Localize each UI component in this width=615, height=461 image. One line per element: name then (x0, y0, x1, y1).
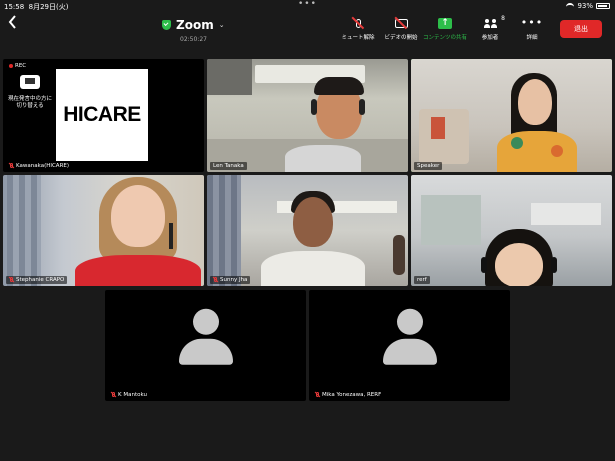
mic-muted-icon (213, 277, 218, 283)
video-feed (207, 59, 408, 172)
video-tile-kawanaka[interactable]: REC 現在発言中の方に切り替える HICARE Kawanaka(HICARE… (3, 59, 204, 172)
participant-name: Kawanaka(HICARE) (16, 163, 70, 169)
more-label: 詳細 (526, 35, 538, 41)
participant-name: rerf (417, 277, 427, 283)
participants-count: 8 (501, 15, 505, 22)
headset-icon (551, 257, 557, 273)
battery-percent: 93% (577, 2, 593, 10)
video-tile-mika-yonezawa[interactable]: Mika Yonezawa, RERF (309, 290, 510, 401)
name-tag: K Mantoku (108, 391, 150, 399)
background-item (431, 117, 445, 139)
person-body (261, 251, 365, 286)
person-hair (314, 77, 364, 95)
status-date: 8月29日(火) (28, 3, 69, 11)
headset-icon (169, 223, 173, 249)
hicare-shared-content: HICARE (56, 69, 148, 161)
participant-name: Mika Yonezawa, RERF (322, 392, 382, 398)
battery-icon (596, 3, 610, 9)
mic-muted-icon (315, 392, 320, 398)
participants-icon: 8 (468, 14, 512, 32)
video-off-icon (379, 14, 423, 32)
shirt-pattern (511, 137, 523, 149)
more-icon: ••• (520, 16, 544, 29)
background-board (531, 203, 601, 225)
video-tile-stephanie[interactable]: Stephanie CRAPO (3, 175, 204, 286)
participant-name: Len Tanaka (213, 163, 244, 169)
meeting-title[interactable]: Zoom ⌄ (162, 18, 225, 32)
person-head (111, 185, 165, 247)
participant-name: Speaker (417, 163, 440, 169)
status-time: 15:58 (4, 3, 25, 11)
name-tag: Sunny Jha (210, 276, 251, 284)
rec-label: REC (15, 63, 27, 69)
share-content-label: コンテンツの共有 (423, 35, 468, 41)
rec-indicator: REC (9, 63, 26, 69)
mic-muted-icon (9, 277, 14, 283)
person-body (285, 145, 361, 172)
participant-name: Stephanie CRAPO (16, 277, 65, 283)
headset-icon (359, 99, 365, 115)
chevron-down-icon: ⌄ (218, 21, 225, 29)
back-button[interactable] (8, 15, 17, 32)
more-button[interactable]: ••• 詳細 (510, 14, 554, 41)
participants-label: 参加者 (481, 35, 499, 41)
video-tile-sunny-jha[interactable]: Sunny Jha (207, 175, 408, 286)
person-head (495, 243, 543, 286)
share-content-button[interactable]: ↑ コンテンツの共有 (423, 14, 467, 41)
background-curtain (207, 175, 241, 286)
video-tile-k-mantoku[interactable]: K Mantoku (105, 290, 306, 401)
person-body (75, 255, 201, 286)
mic-muted-icon (9, 163, 14, 169)
status-bar: 15:58 8月29日(火) ••• 93% (0, 0, 615, 13)
video-feed (411, 175, 612, 286)
video-feed (3, 175, 204, 286)
person-body (497, 131, 577, 172)
name-tag: Len Tanaka (210, 162, 247, 170)
headset-icon (311, 99, 317, 115)
rec-dot-icon (9, 64, 13, 68)
name-tag: Speaker (414, 162, 443, 170)
battery-fill (598, 5, 608, 7)
avatar-placeholder-icon (382, 308, 437, 368)
status-right: 93% (566, 2, 610, 10)
name-tag: Stephanie CRAPO (6, 276, 68, 284)
video-feed (411, 59, 612, 172)
unmute-label: ミュート解除 (341, 35, 375, 41)
background-window (421, 195, 481, 245)
background-person (393, 235, 405, 275)
name-tag: Kawanaka(HICARE) (6, 162, 73, 170)
leave-button[interactable]: 退出 (560, 20, 602, 38)
person-head (518, 79, 552, 125)
switch-speaker-icon[interactable] (20, 75, 40, 89)
shirt-pattern (551, 145, 563, 157)
person-head (293, 197, 333, 247)
unmute-button[interactable]: ミュート解除 (336, 14, 380, 41)
start-video-label: ビデオの開始 (384, 35, 418, 41)
avatar-placeholder-icon (178, 308, 233, 368)
meeting-timer: 02:50:27 (180, 36, 207, 43)
background-wall (207, 59, 252, 95)
video-tile-speaker[interactable]: Speaker (411, 59, 612, 172)
status-time-date: 15:58 8月29日(火) (4, 2, 68, 12)
video-tile-rerf[interactable]: rerf (411, 175, 612, 286)
share-screen-icon: ↑ (423, 14, 467, 32)
start-video-button[interactable]: ビデオの開始 (379, 14, 423, 41)
wifi-icon (566, 3, 575, 9)
video-tile-len-tanaka[interactable]: Len Tanaka (207, 59, 408, 172)
multitask-dots[interactable]: ••• (298, 0, 317, 9)
participants-button[interactable]: 8 参加者 (468, 14, 512, 41)
name-tag: rerf (414, 276, 430, 284)
video-feed (207, 175, 408, 286)
participant-name: K Mantoku (118, 392, 147, 398)
headset-icon (481, 257, 487, 273)
name-tag: Mika Yonezawa, RERF (312, 391, 385, 399)
background-curtain (7, 175, 41, 286)
shield-check-icon (162, 20, 171, 30)
switch-speaker-label[interactable]: 現在発言中の方に切り替える (7, 96, 53, 110)
mic-muted-icon (111, 392, 116, 398)
chevron-left-icon (8, 15, 16, 29)
mic-muted-icon (336, 14, 380, 32)
app-title: Zoom (176, 18, 214, 32)
participant-name: Sunny Jha (220, 277, 248, 283)
